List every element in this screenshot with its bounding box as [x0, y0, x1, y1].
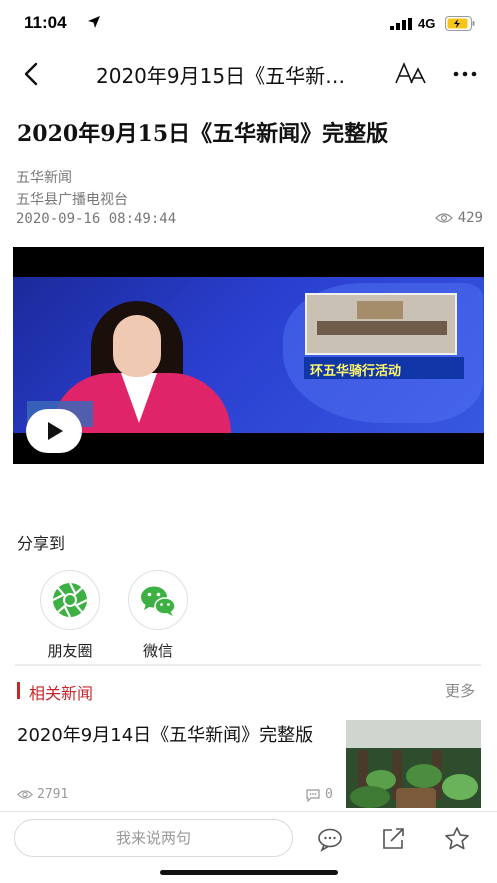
article-views: 429	[434, 210, 483, 226]
article-source: 五华新闻	[16, 170, 72, 186]
play-icon	[48, 422, 63, 440]
related-item-comments: 0	[305, 787, 333, 802]
share-wechat-button[interactable]: 微信	[118, 570, 198, 661]
views-count: 429	[457, 210, 483, 226]
article-station: 五华县广播电视台	[16, 192, 128, 208]
battery-icon	[445, 16, 475, 31]
related-news-item[interactable]: 2020年9月14日《五华新闻》完整版 2791 0	[0, 715, 497, 810]
eye-icon	[17, 790, 33, 799]
star-icon[interactable]	[443, 825, 471, 853]
related-title: 相关新闻	[29, 684, 94, 703]
location-arrow-icon	[88, 16, 100, 28]
share-wechat-label: 微信	[142, 642, 173, 660]
network-type: 4G	[418, 16, 436, 31]
related-item-views: 2791	[17, 787, 68, 802]
comment-icon[interactable]	[316, 825, 344, 853]
status-time: 11:04	[24, 13, 67, 32]
nav-bar: 2020年9月15日《五华新…	[0, 48, 497, 98]
video-inset-image	[305, 293, 457, 355]
nav-title: 2020年9月15日《五华新…	[96, 64, 346, 88]
video-player[interactable]: 环五华骑行活动	[13, 247, 484, 464]
wechat-icon	[141, 586, 176, 616]
share-icon[interactable]	[379, 825, 407, 853]
bottom-bar: 我来说两句	[0, 811, 497, 883]
related-more-link[interactable]: 更多	[445, 680, 475, 701]
more-icon[interactable]	[452, 70, 478, 78]
moments-icon	[52, 582, 88, 618]
related-item-thumbnail	[346, 720, 481, 808]
back-icon[interactable]	[18, 60, 46, 88]
eye-icon	[434, 213, 453, 223]
home-indicator	[160, 870, 338, 875]
section-divider	[15, 664, 481, 666]
related-accent-bar	[17, 682, 20, 699]
status-bar: 11:04 4G	[0, 0, 497, 48]
article-datetime: 2020-09-16 08:49:44	[16, 211, 177, 227]
share-moments-label: 朋友圈	[47, 642, 93, 660]
comment-input[interactable]: 我来说两句	[14, 819, 293, 857]
related-item-title: 2020年9月14日《五华新闻》完整版	[17, 725, 314, 746]
signal-icon	[390, 18, 412, 30]
video-caption: 环五华骑行活动	[304, 357, 464, 379]
play-button[interactable]	[26, 409, 82, 453]
article-title: 2020年9月15日《五华新闻》完整版	[17, 121, 389, 147]
video-frame: 环五华骑行活动	[13, 277, 484, 433]
share-title: 分享到	[17, 534, 66, 553]
comment-bubble-icon	[306, 788, 320, 802]
font-size-icon[interactable]	[394, 61, 428, 87]
share-moments-button[interactable]: 朋友圈	[30, 570, 110, 661]
